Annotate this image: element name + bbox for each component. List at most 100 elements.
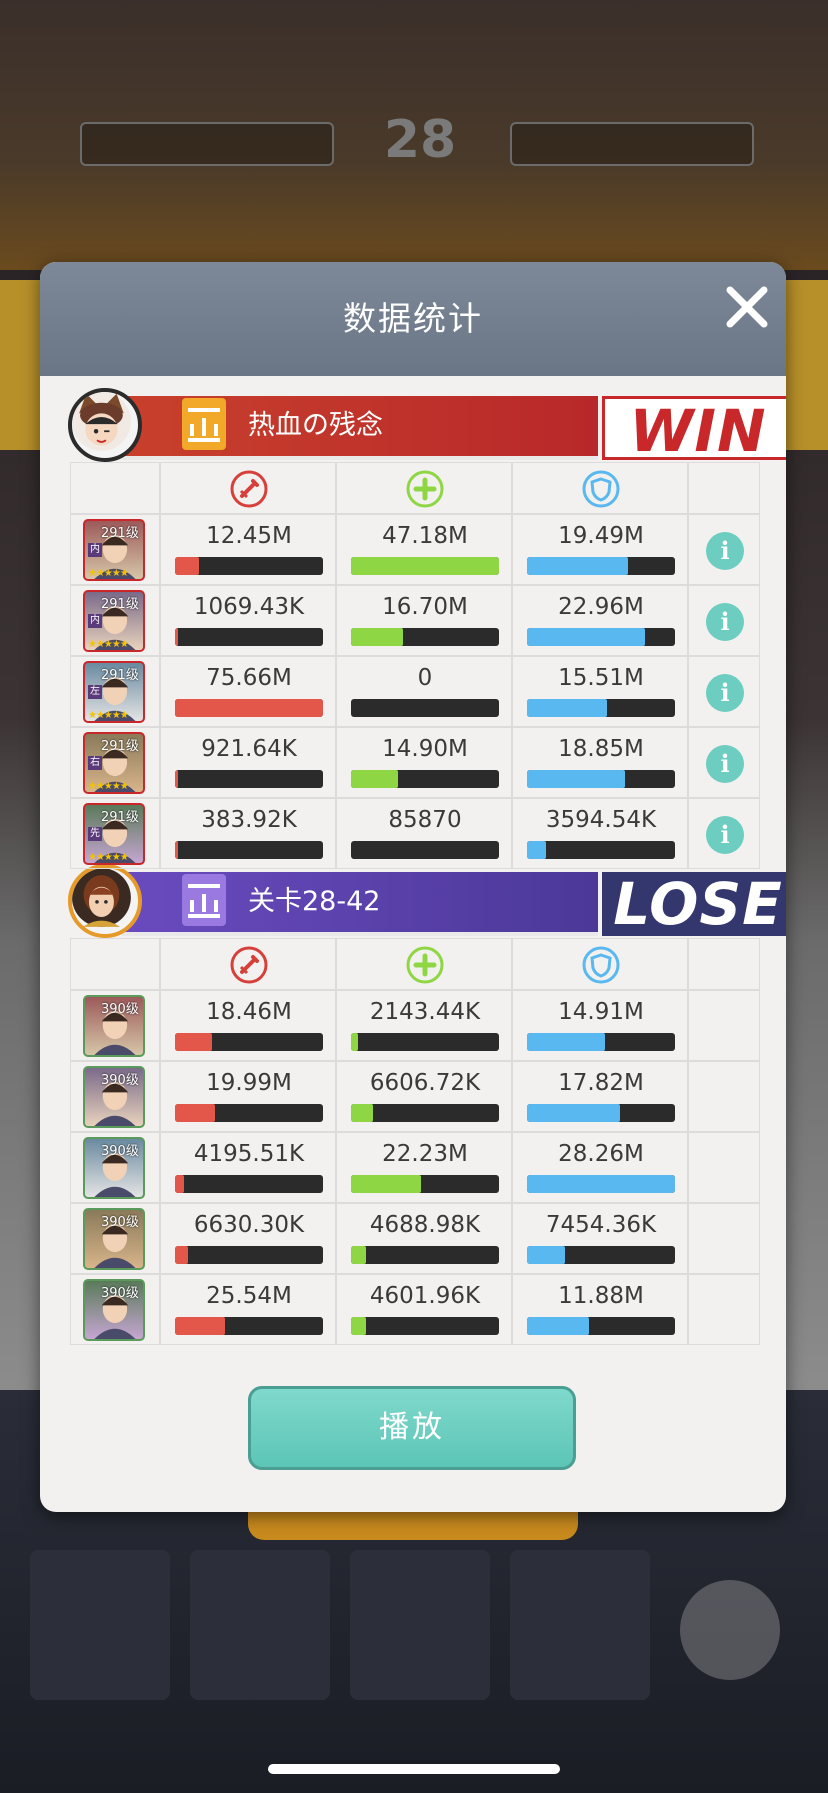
heal-value: 4688.98K xyxy=(369,1212,481,1238)
heal-bar xyxy=(351,770,499,788)
team2-avatar[interactable] xyxy=(68,864,142,938)
hero-portrait[interactable]: 291级内 ★★★★★ xyxy=(83,590,145,652)
win-badge: WIN xyxy=(602,396,786,463)
info-icon[interactable]: i xyxy=(706,602,744,641)
heal-bar-fill xyxy=(351,1033,359,1051)
table-header-cell xyxy=(336,938,512,990)
heal-value: 2143.44K xyxy=(369,999,481,1025)
table-row-hero-cell: 291级右 ★★★★★ xyxy=(70,727,160,798)
hero-portrait[interactable]: 390级 xyxy=(83,1066,145,1128)
defense-value: 15.51M xyxy=(558,665,644,691)
damage-bar xyxy=(175,628,323,646)
table-row-hero-cell: 390级 xyxy=(70,1132,160,1203)
hero-portrait[interactable]: 390级 xyxy=(83,1137,145,1199)
info-cell: i xyxy=(688,585,760,656)
damage-bar xyxy=(175,770,323,788)
table-header-cell xyxy=(160,462,336,514)
heal-bar-fill xyxy=(351,1317,366,1335)
stat-cell-heal: 0 xyxy=(336,656,512,727)
play-button[interactable]: 播放 xyxy=(248,1386,576,1470)
defense-bar xyxy=(527,770,675,788)
info-cell xyxy=(688,1203,760,1274)
table-header-cell xyxy=(70,938,160,990)
info-cell xyxy=(688,1132,760,1203)
stat-cell-damage: 75.66M xyxy=(160,656,336,727)
hero-portrait[interactable]: 291级右 ★★★★★ xyxy=(83,732,145,794)
info-cell: i xyxy=(688,798,760,869)
info-cell: i xyxy=(688,727,760,798)
hero-portrait[interactable]: 291级先 ★★★★★ xyxy=(83,803,145,865)
info-cell xyxy=(688,1274,760,1345)
hero-level: 291级 xyxy=(101,739,139,754)
heal-bar-fill xyxy=(351,1175,421,1193)
table-header-cell xyxy=(160,938,336,990)
defense-value: 11.88M xyxy=(558,1283,644,1309)
star-rating-icon: ★★★★★ xyxy=(88,852,129,863)
info-icon[interactable]: i xyxy=(706,673,744,712)
team1-avatar[interactable] xyxy=(68,388,142,462)
defense-bar xyxy=(527,1246,675,1264)
damage-bar-fill xyxy=(175,1246,189,1264)
stat-cell-damage: 19.99M xyxy=(160,1061,336,1132)
heal-bar xyxy=(351,1175,499,1193)
damage-value: 25.54M xyxy=(206,1283,292,1309)
damage-bar xyxy=(175,841,323,859)
info-icon[interactable]: i xyxy=(706,744,744,783)
damage-value: 921.64K xyxy=(201,736,297,762)
defense-value: 22.96M xyxy=(558,594,644,620)
stat-cell-defense: 28.26M xyxy=(512,1132,688,1203)
damage-bar xyxy=(175,699,323,717)
stat-cell-damage: 18.46M xyxy=(160,990,336,1061)
defense-value: 18.85M xyxy=(558,736,644,762)
table-row-hero-cell: 390级 xyxy=(70,1274,160,1345)
hero-portrait[interactable]: 291级内 ★★★★★ xyxy=(83,519,145,581)
damage-bar xyxy=(175,1104,323,1122)
hero-position-tag: 左 xyxy=(88,685,102,699)
shield-icon xyxy=(581,945,621,985)
info-icon[interactable]: i xyxy=(706,815,744,854)
stat-cell-defense: 18.85M xyxy=(512,727,688,798)
defense-bar-fill xyxy=(527,1033,606,1051)
star-rating-icon: ★★★★★ xyxy=(88,568,129,579)
hero-portrait[interactable]: 390级 xyxy=(83,995,145,1057)
heal-bar-fill xyxy=(351,1246,366,1264)
damage-bar-fill xyxy=(175,1317,226,1335)
hero-level: 291级 xyxy=(101,668,139,683)
background-header: 28 xyxy=(30,110,800,180)
heal-bar xyxy=(351,841,499,859)
heal-bar-fill xyxy=(351,770,399,788)
defense-bar-fill xyxy=(527,699,607,717)
stat-cell-heal: 14.90M xyxy=(336,727,512,798)
table-header-cell xyxy=(512,462,688,514)
hero-position-tag: 右 xyxy=(88,756,102,770)
stat-cell-heal: 85870 xyxy=(336,798,512,869)
damage-value: 12.45M xyxy=(206,523,292,549)
stat-cell-defense: 19.49M xyxy=(512,514,688,585)
hero-portrait[interactable]: 390级 xyxy=(83,1279,145,1341)
stat-cell-defense: 14.91M xyxy=(512,990,688,1061)
close-icon xyxy=(726,286,768,328)
background-left-pill xyxy=(80,122,334,166)
background-left-panel xyxy=(0,280,42,450)
stat-cell-defense: 15.51M xyxy=(512,656,688,727)
star-rating-icon: ★★★★★ xyxy=(88,781,129,792)
team1-name: 热血の残念 xyxy=(248,410,383,441)
close-button[interactable] xyxy=(722,282,772,332)
background-right-panel xyxy=(786,280,828,450)
damage-value: 4195.51K xyxy=(193,1141,305,1167)
hero-portrait[interactable]: 291级左 ★★★★★ xyxy=(83,661,145,723)
heal-bar xyxy=(351,1104,499,1122)
defense-bar xyxy=(527,699,675,717)
damage-bar-fill xyxy=(175,628,178,646)
defense-value: 17.82M xyxy=(558,1070,644,1096)
heal-bar-fill xyxy=(351,1104,374,1122)
table-header-cell xyxy=(336,462,512,514)
hero-portrait[interactable]: 390级 xyxy=(83,1208,145,1270)
defense-bar-fill xyxy=(527,841,547,859)
sword-icon xyxy=(229,945,269,985)
heal-bar xyxy=(351,628,499,646)
info-icon[interactable]: i xyxy=(706,531,744,570)
star-rating-icon: ★★★★★ xyxy=(88,639,129,650)
heal-bar xyxy=(351,1317,499,1335)
dialog-title: 数据统计 xyxy=(343,299,483,338)
